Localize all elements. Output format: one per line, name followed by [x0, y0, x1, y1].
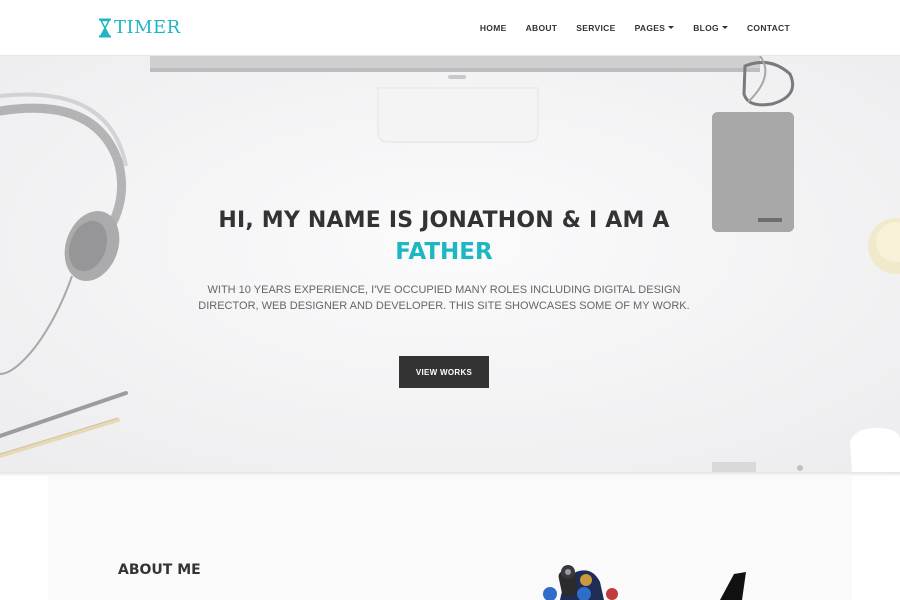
- nav-item-blog[interactable]: BLOG: [693, 23, 728, 33]
- main-nav: HOME ABOUT SERVICE PAGES BLOG CONTACT: [480, 0, 790, 55]
- nav-item-contact[interactable]: CONTACT: [747, 23, 790, 33]
- hero-description: WITH 10 YEARS EXPERIENCE, I'VE OCCUPIED …: [198, 284, 690, 312]
- brand-logo[interactable]: TIMER: [98, 16, 181, 40]
- nav-item-label: SERVICE: [576, 22, 616, 33]
- hero-section: HI, MY NAME IS JONATHON & I AM A FATHER …: [0, 56, 900, 472]
- nav-item-label: ABOUT: [525, 22, 558, 33]
- nav-item-label: BLOG: [693, 22, 719, 33]
- brand-name: TIMER: [114, 17, 181, 38]
- about-section: ABOUT ME: [0, 476, 900, 600]
- nav-item-label: CONTACT: [746, 22, 790, 33]
- about-image: [543, 565, 746, 600]
- caret-down-icon: [668, 26, 675, 29]
- navbar: TIMER HOME ABOUT SERVICE PAGES BLOG CONT…: [0, 0, 900, 56]
- nav-item-label: HOME: [479, 22, 507, 33]
- nav-item-about[interactable]: ABOUT: [526, 23, 558, 33]
- hero-title: HI, MY NAME IS JONATHON & I AM A: [218, 208, 670, 233]
- nav-item-home[interactable]: HOME: [480, 23, 507, 33]
- view-works-button[interactable]: VIEW WORKS: [399, 356, 489, 388]
- nav-item-service[interactable]: SERVICE: [576, 23, 615, 33]
- caret-down-icon: [721, 26, 728, 29]
- nav-item-label: PAGES: [634, 22, 666, 33]
- hourglass-icon: [99, 18, 111, 38]
- about-title: ABOUT ME: [118, 562, 201, 578]
- hero-role: FATHER: [395, 239, 493, 265]
- nav-item-pages[interactable]: PAGES: [635, 23, 675, 33]
